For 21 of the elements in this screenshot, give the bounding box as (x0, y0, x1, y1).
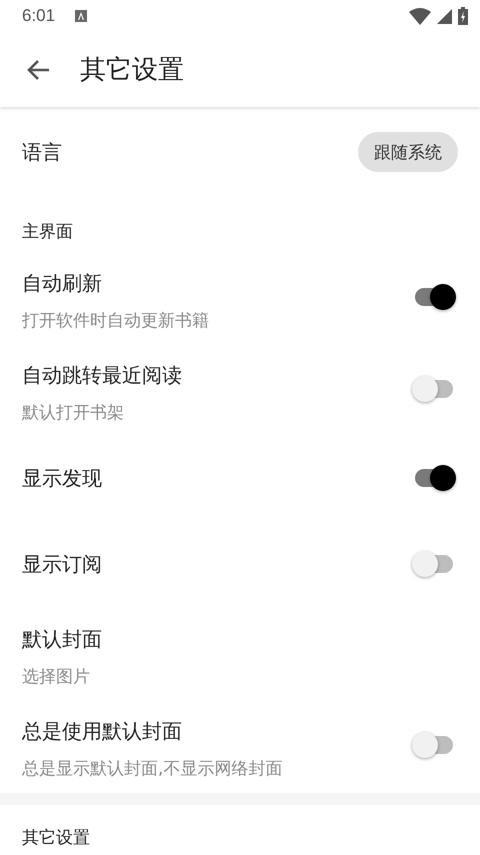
setting-summary: 默认打开书架 (22, 402, 125, 425)
setting-title: 语言 (22, 138, 62, 166)
status-time: 6:01 (22, 6, 56, 26)
page-title: 其它设置 (80, 54, 184, 87)
setting-title: 显示发现 (22, 465, 102, 492)
setting-title: 显示订阅 (22, 551, 102, 578)
wifi-icon (409, 8, 431, 24)
section-header: 其它设置 (22, 828, 90, 848)
setting-title: 自动跳转最近阅读 (22, 362, 182, 389)
notification-icon (75, 10, 88, 22)
setting-title: 默认封面 (22, 626, 102, 653)
battery-icon (458, 7, 468, 25)
setting-summary: 选择图片 (22, 666, 91, 689)
setting-title: 总是使用默认封面 (22, 718, 183, 745)
setting-summary: 打开软件时自动更新书籍 (22, 310, 209, 333)
setting-summary: 总是显示默认封面,不显示网络封面 (22, 758, 282, 781)
signal-icon (437, 8, 452, 24)
section-header: 主界面 (22, 222, 73, 242)
back-arrow-icon (26, 58, 50, 80)
language-dropdown[interactable]: 跟随系统 (358, 132, 458, 172)
setting-title: 自动刷新 (22, 270, 103, 297)
